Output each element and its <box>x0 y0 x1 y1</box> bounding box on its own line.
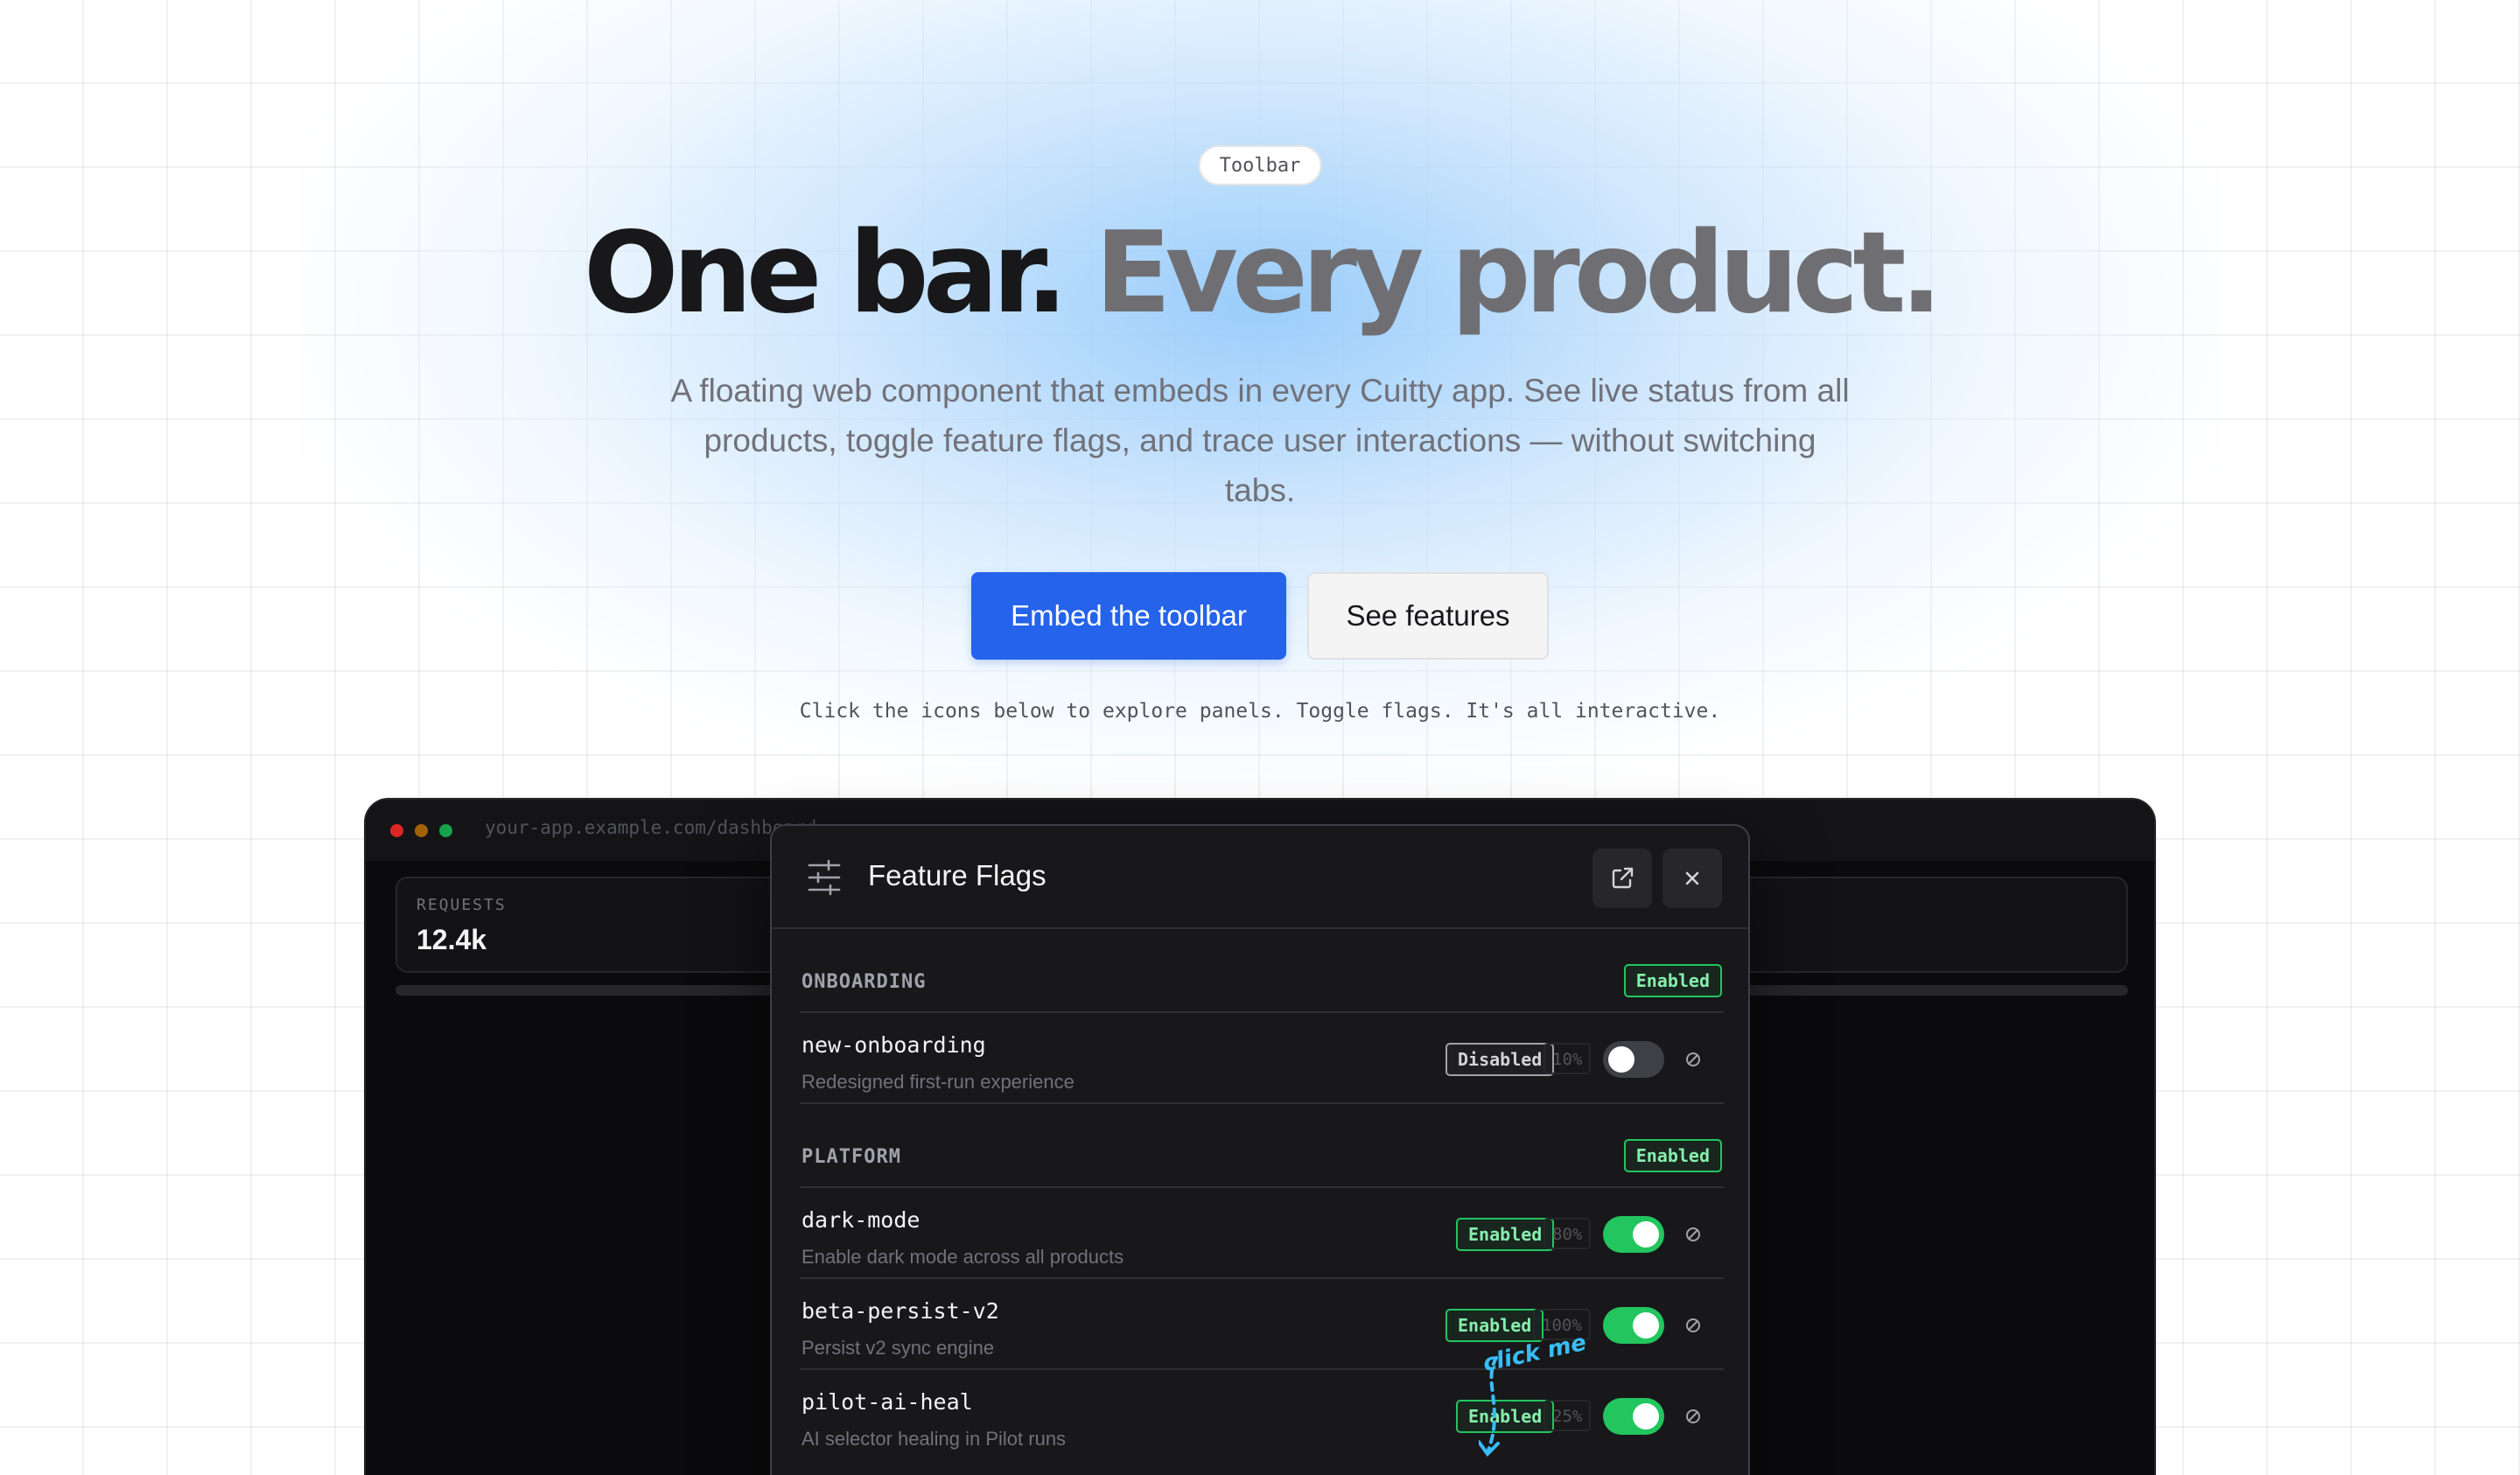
reset-icon[interactable] <box>1684 1407 1703 1426</box>
flag-status-badge: Enabled <box>1456 1400 1555 1433</box>
close-icon <box>1685 871 1699 885</box>
window-close-dot <box>390 824 403 837</box>
group-status-badge: Enabled <box>1623 964 1722 997</box>
flag-toggle[interactable] <box>1603 1307 1664 1344</box>
browser-url: your-app.example.com/dashboard <box>485 817 817 838</box>
flag-row-dark-mode: dark-mode Enable dark mode across all pr… <box>800 1188 1724 1279</box>
toggle-knob <box>1633 1312 1659 1339</box>
flag-status-badge: Disabled <box>1446 1043 1555 1076</box>
sliders-icon <box>808 859 841 896</box>
flag-row-beta-persist-v2: beta-persist-v2 Persist v2 sync engine E… <box>800 1279 1724 1370</box>
flag-toggle[interactable] <box>1603 1398 1664 1435</box>
flag-name: new-onboarding <box>802 1032 986 1058</box>
flag-toggle[interactable] <box>1603 1041 1664 1078</box>
group-status-badge: Enabled <box>1623 1139 1722 1172</box>
window-minimize-dot <box>415 824 428 837</box>
see-features-button[interactable]: See features <box>1307 572 1549 660</box>
flag-rollout-percent: 25% <box>1544 1400 1592 1431</box>
reset-icon[interactable] <box>1684 1316 1703 1335</box>
group-name: ONBOARDING <box>802 971 927 993</box>
group-onboarding: ONBOARDING Enabled <box>800 929 1724 1013</box>
panel-title: Feature Flags <box>868 859 1046 891</box>
headline-grey: Every product. <box>1095 208 1942 339</box>
page-headline: One bar. Every product. <box>0 208 2520 339</box>
headline-dark: One bar. <box>583 208 1068 339</box>
open-external-button[interactable] <box>1592 849 1652 908</box>
group-name: PLATFORM <box>802 1146 901 1168</box>
flag-row-new-onboarding: new-onboarding Redesigned first-run expe… <box>800 1013 1724 1104</box>
flag-name: pilot-ai-heal <box>802 1389 973 1415</box>
feature-flags-panel: Feature Flags ONBOARDING Enabled new-onb… <box>770 824 1750 1475</box>
hero-subtitle: A floating web component that embeds in … <box>670 373 1850 508</box>
flag-description: AI selector healing in Pilot runs <box>802 1428 1067 1450</box>
interactive-hint: Click the icons below to explore panels.… <box>799 700 1721 723</box>
close-panel-button[interactable] <box>1662 849 1722 908</box>
flag-description: Redesigned first-run experience <box>802 1071 1074 1093</box>
stat-label: REQUESTS <box>416 896 507 914</box>
reset-icon[interactable] <box>1684 1225 1703 1244</box>
external-link-icon <box>1612 867 1634 889</box>
window-maximize-dot <box>439 824 452 837</box>
group-platform: PLATFORM Enabled <box>800 1104 1724 1188</box>
panel-header: Feature Flags <box>772 826 1748 929</box>
reset-icon[interactable] <box>1684 1050 1703 1069</box>
flag-name: beta-persist-v2 <box>802 1298 999 1324</box>
flag-name: dark-mode <box>802 1207 920 1233</box>
section-pill: Toolbar <box>1198 145 1322 185</box>
flag-status-badge: Enabled <box>1456 1218 1555 1251</box>
flag-description: Persist v2 sync engine <box>802 1337 995 1359</box>
flag-description: Enable dark mode across all products <box>802 1246 1124 1268</box>
flag-row-pilot-ai-heal: pilot-ai-heal AI selector healing in Pil… <box>800 1370 1724 1461</box>
flag-toggle[interactable] <box>1603 1216 1664 1253</box>
embed-toolbar-button[interactable]: Embed the toolbar <box>971 572 1286 660</box>
toggle-knob <box>1633 1221 1659 1248</box>
flag-rollout-percent: 10% <box>1544 1043 1592 1074</box>
flag-status-badge: Enabled <box>1446 1309 1544 1342</box>
toggle-knob <box>1633 1403 1659 1430</box>
stat-value: 12.4k <box>416 924 487 955</box>
flag-rollout-percent: 80% <box>1544 1218 1592 1249</box>
toggle-knob <box>1608 1046 1634 1073</box>
